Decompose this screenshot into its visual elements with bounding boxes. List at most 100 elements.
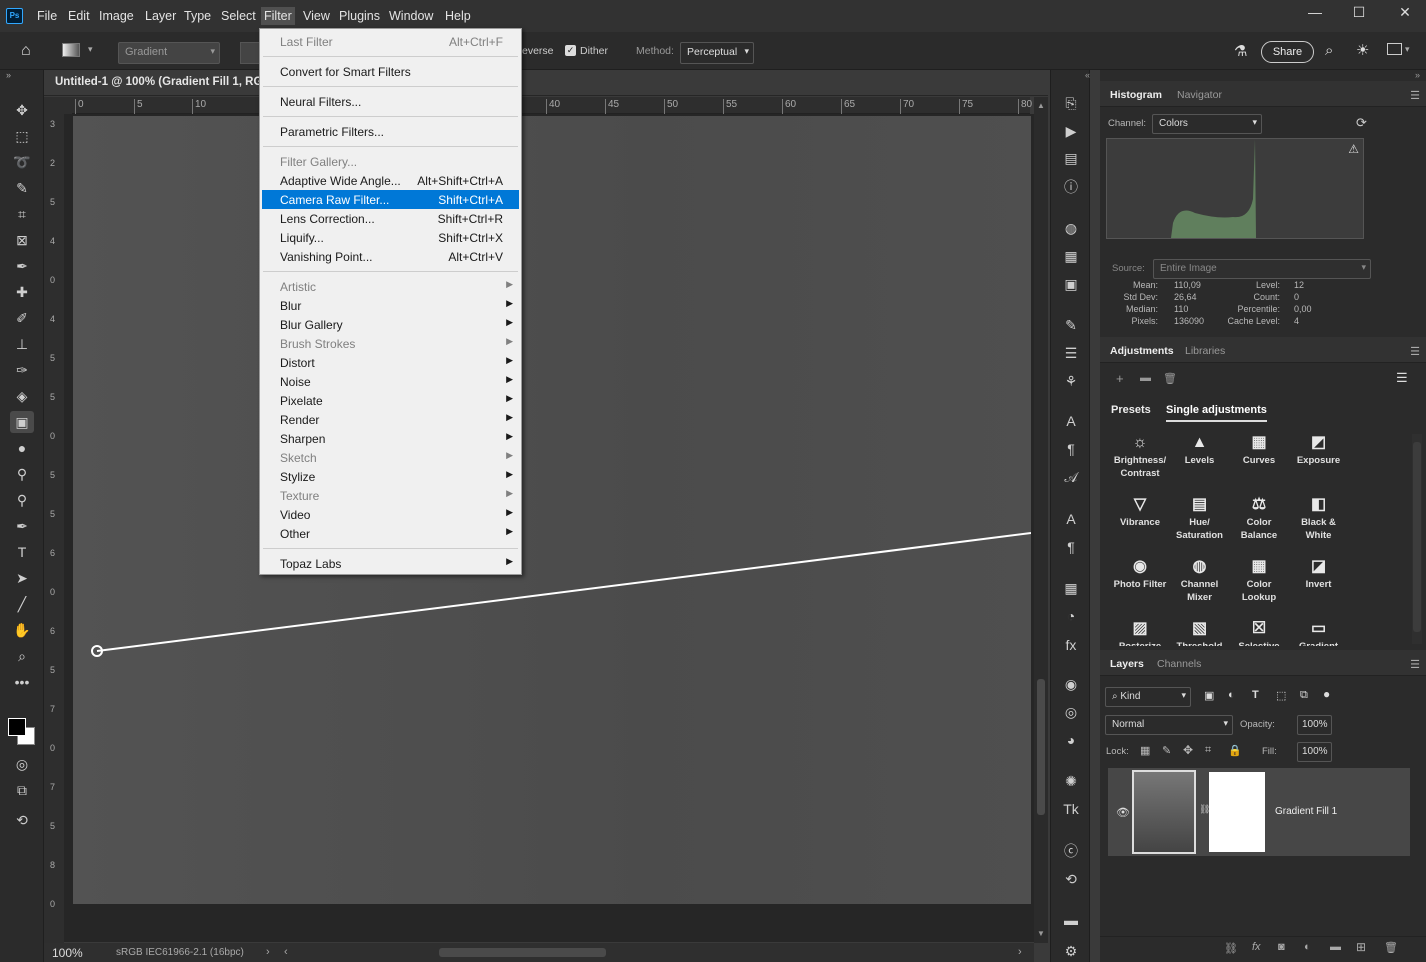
filter-menu-item[interactable]: Sharpen ▶ bbox=[262, 429, 519, 448]
layer-name[interactable]: Gradient Fill 1 bbox=[1275, 806, 1337, 817]
scrollbar-thumb[interactable] bbox=[1413, 442, 1421, 632]
move-tool-icon[interactable]: ✥ bbox=[10, 99, 34, 121]
character-icon[interactable]: A bbox=[1061, 411, 1081, 431]
crop-tool-icon[interactable]: ⌗ bbox=[10, 203, 34, 225]
adjustment-black[interactable]: ◧ Black & White bbox=[1289, 494, 1349, 542]
filter-menu-item[interactable]: Blur ▶ bbox=[262, 296, 519, 315]
menu-plugins[interactable]: Plugins bbox=[339, 9, 380, 23]
adjustment-brightness[interactable]: ☼ Brightness/Contrast bbox=[1110, 432, 1170, 480]
workspace-icon[interactable] bbox=[1387, 43, 1402, 55]
layer-mask-thumbnail[interactable] bbox=[1209, 772, 1265, 852]
share-button[interactable]: Share bbox=[1261, 41, 1314, 63]
properties-icon[interactable]: ☰ bbox=[1061, 343, 1081, 363]
foreground-color-swatch[interactable] bbox=[8, 718, 26, 736]
path-select-tool-icon[interactable]: ➤ bbox=[10, 567, 34, 589]
tab-presets[interactable]: Presets bbox=[1111, 404, 1151, 416]
pen-tool-icon[interactable]: ✒ bbox=[10, 515, 34, 537]
zoom-level[interactable]: 100% bbox=[52, 946, 83, 960]
filter-menu-item[interactable]: Last Filter Alt+Ctrl+F bbox=[262, 32, 519, 51]
horizontal-scrollbar-thumb[interactable] bbox=[439, 948, 606, 957]
menu-help[interactable]: Help bbox=[445, 9, 471, 23]
gradient-swatch[interactable] bbox=[240, 42, 260, 64]
clone-source-icon[interactable]: ⚘ bbox=[1061, 371, 1081, 391]
filter-menu-item[interactable]: Sketch ▶ bbox=[262, 448, 519, 467]
expand-panels-icon[interactable]: » bbox=[1415, 70, 1420, 80]
brushes-icon[interactable]: ✎ bbox=[1061, 315, 1081, 335]
lasso-tool-icon[interactable]: ➰ bbox=[10, 151, 34, 173]
dither-checkbox[interactable]: ✓ bbox=[565, 45, 576, 56]
filter-smart-object-icon[interactable]: ⧉ bbox=[1300, 689, 1308, 702]
menu-select[interactable]: Select bbox=[221, 9, 256, 23]
adjustment-channel[interactable]: ◍ Channel Mixer bbox=[1170, 556, 1230, 604]
filter-type-icon[interactable]: T bbox=[1252, 689, 1259, 701]
menu-filter[interactable]: Filter bbox=[261, 7, 295, 25]
ruler-origin[interactable] bbox=[44, 97, 72, 114]
collapse-icon[interactable]: « bbox=[1085, 70, 1090, 80]
add-mask-icon[interactable]: ◙ bbox=[1278, 941, 1285, 953]
line-tool-icon[interactable]: ╱ bbox=[10, 593, 34, 615]
gradient-tool-preset-icon[interactable] bbox=[62, 43, 80, 57]
eraser-tool-icon[interactable]: ◈ bbox=[10, 385, 34, 407]
filter-menu-item[interactable]: Parametric Filters... bbox=[262, 122, 519, 141]
lock-position-icon[interactable]: ✥ bbox=[1183, 743, 1193, 757]
menu-window[interactable]: Window bbox=[389, 9, 433, 23]
adjustment-gradient[interactable]: ▭ Gradient bbox=[1289, 618, 1349, 646]
scroll-up-icon[interactable]: ▲ bbox=[1037, 101, 1045, 110]
document-canvas[interactable] bbox=[73, 116, 1031, 904]
filter-menu-item[interactable]: Video ▶ bbox=[262, 505, 519, 524]
tab-layers[interactable]: Layers bbox=[1110, 658, 1144, 670]
chevron-down-icon[interactable]: ▾ bbox=[88, 44, 93, 55]
tab-adjustments[interactable]: Adjustments bbox=[1110, 345, 1174, 357]
adjustment-color[interactable]: ⚖ Color Balance bbox=[1229, 494, 1289, 542]
filter-menu-item[interactable]: Filter Gallery... bbox=[262, 152, 519, 171]
quick-select-tool-icon[interactable]: ✎ bbox=[10, 177, 34, 199]
filter-menu-item[interactable]: Topaz Labs ▶ bbox=[262, 554, 519, 573]
brush-tool-icon[interactable]: ✐ bbox=[10, 307, 34, 329]
filter-menu-item[interactable]: Pixelate ▶ bbox=[262, 391, 519, 410]
adjustment-selective[interactable]: ☒ Selective bbox=[1229, 618, 1289, 646]
tab-channels[interactable]: Channels bbox=[1157, 658, 1201, 670]
trash-icon[interactable]: 🗑 bbox=[1163, 372, 1177, 385]
layer-kind-filter[interactable]: ⌕ Kind ▾ bbox=[1105, 687, 1191, 707]
folder-icon[interactable]: ▬ bbox=[1140, 372, 1151, 384]
add-icon[interactable]: + bbox=[1116, 371, 1124, 386]
menu-edit[interactable]: Edit bbox=[68, 9, 90, 23]
filter-menu-item[interactable]: Other ▶ bbox=[262, 524, 519, 543]
panel-menu-icon[interactable]: ☰ bbox=[1410, 658, 1420, 671]
dodge-tool-icon[interactable]: ⚲ bbox=[10, 463, 34, 485]
filter-menu-item[interactable]: Lens Correction... Shift+Ctrl+R bbox=[262, 209, 519, 228]
filter-menu-item[interactable]: Liquify... Shift+Ctrl+X bbox=[262, 228, 519, 247]
vertical-scrollbar[interactable]: ▲ ▼ bbox=[1034, 97, 1048, 943]
blur-tool-icon[interactable]: ● bbox=[10, 437, 34, 459]
list-view-icon[interactable]: ☰ bbox=[1396, 370, 1408, 386]
filter-menu-item[interactable]: Noise ▶ bbox=[262, 372, 519, 391]
flask-icon[interactable]: ⚗ bbox=[1234, 42, 1247, 60]
adjustment-hue[interactable]: ▤ Hue/Saturation bbox=[1170, 494, 1230, 542]
filter-pixel-icon[interactable]: ▣ bbox=[1204, 689, 1214, 702]
adjustment-posterize[interactable]: ▨ Posterize bbox=[1110, 618, 1170, 646]
plugin-a-icon[interactable]: ◉ bbox=[1061, 674, 1081, 694]
chevron-right-icon[interactable]: › bbox=[266, 946, 270, 958]
search-icon[interactable]: ⌕ bbox=[1325, 42, 1333, 59]
gradients-icon[interactable]: ▣ bbox=[1061, 274, 1081, 294]
healing-brush-tool-icon[interactable]: ✚ bbox=[10, 281, 34, 303]
opacity-input[interactable]: 100% bbox=[1297, 715, 1332, 735]
tab-navigator[interactable]: Navigator bbox=[1177, 89, 1222, 101]
source-dropdown[interactable]: Entire Image ▾ bbox=[1153, 259, 1371, 279]
filter-menu-item[interactable]: Texture ▶ bbox=[262, 486, 519, 505]
adjustment-threshold[interactable]: ▧ Threshold bbox=[1170, 618, 1230, 646]
character-styles-icon[interactable]: A bbox=[1061, 509, 1081, 529]
tab-histogram[interactable]: Histogram bbox=[1110, 89, 1162, 101]
filter-menu-item[interactable]: Adaptive Wide Angle... Alt+Shift+Ctrl+A bbox=[262, 171, 519, 190]
screen-mode-icon[interactable]: ⧉ bbox=[10, 779, 34, 801]
menu-image[interactable]: Image bbox=[99, 9, 134, 23]
gradient-preset-dropdown[interactable]: Gradient ▾ bbox=[118, 42, 220, 64]
refresh-icon[interactable]: ⟳ bbox=[1356, 115, 1367, 131]
marquee-tool-icon[interactable]: ⬚ bbox=[10, 125, 34, 147]
clock-icon[interactable]: ⟲ bbox=[1061, 869, 1081, 889]
menu-layer[interactable]: Layer bbox=[145, 9, 176, 23]
tab-libraries[interactable]: Libraries bbox=[1185, 345, 1225, 357]
lock-pixels-icon[interactable]: ✎ bbox=[1162, 744, 1171, 757]
lock-artboard-icon[interactable]: ⌗ bbox=[1205, 744, 1211, 757]
filter-menu-item[interactable]: Blur Gallery ▶ bbox=[262, 315, 519, 334]
